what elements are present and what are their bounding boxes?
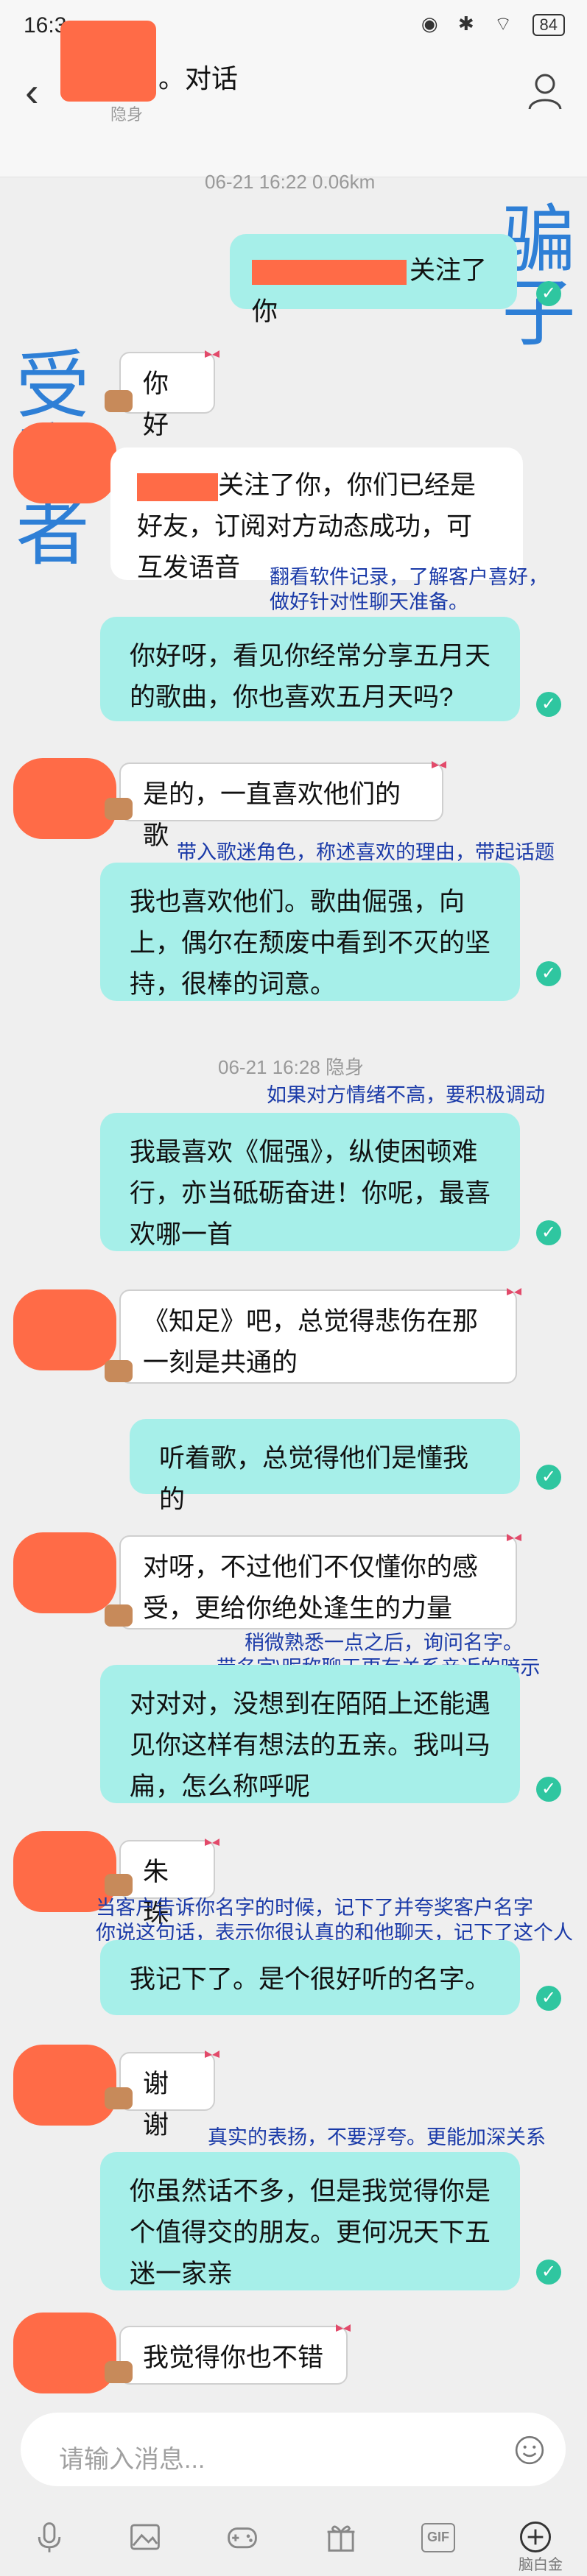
avatar-mini — [105, 2087, 133, 2109]
message-sent: 你好呀，看见你经常分享五月天的歌曲，你也喜欢五月天吗? — [100, 617, 520, 721]
avatar-mini — [105, 390, 133, 412]
message-sent: 我也喜欢他们。歌曲倔强，向上，偶尔在颓废中看到不灭的坚持，很棒的词意。 — [100, 863, 520, 1001]
avatar — [13, 1532, 116, 1613]
message-received: 对呀，不过他们不仅懂你的感受，更给你绝处逢生的力量 — [119, 1535, 517, 1630]
plus-icon[interactable] — [519, 2520, 552, 2554]
message-received: 你好 — [119, 352, 215, 439]
bow-icon — [336, 2324, 351, 2332]
game-icon[interactable] — [225, 2520, 259, 2554]
status-icons: ◉ ✱ ⌔ 84 — [421, 12, 565, 36]
bow-icon — [432, 761, 446, 768]
redacted-name — [137, 473, 218, 501]
check-icon: ✓ — [536, 692, 561, 717]
message-sent: 听着歌，总觉得他们是懂我的 — [130, 1419, 520, 1514]
toolbar — [0, 2502, 587, 2576]
gift-icon[interactable] — [324, 2520, 358, 2554]
watermark: 脑白金 — [519, 2557, 563, 2573]
avatar — [13, 758, 116, 839]
avatar-mini — [105, 1360, 133, 1382]
back-icon[interactable]: ‹ — [25, 68, 39, 116]
avatar — [13, 422, 116, 503]
avatar — [13, 2313, 116, 2393]
bow-icon — [205, 1839, 219, 1846]
avatar-mini — [105, 2361, 133, 2383]
check-icon: ✓ — [536, 1465, 561, 1490]
avatar — [13, 2045, 116, 2126]
timestamp: 06-21 16:22 0.06km — [205, 171, 376, 193]
gif-icon[interactable]: GIF — [421, 2523, 455, 2552]
annotation: 做好针对性聊天准备。 — [270, 591, 468, 613]
message-received: 是的，一直喜欢他们的歌 — [119, 762, 443, 850]
system-message: 关注了你，你们已经是好友，订阅对方动态成功，可互发语音 — [110, 447, 523, 582]
emoji-icon[interactable] — [514, 2435, 545, 2466]
avatar-mini — [105, 798, 133, 820]
image-icon[interactable] — [128, 2520, 162, 2554]
input-placeholder: 请输入消息... — [59, 2446, 205, 2474]
bow-icon — [507, 1534, 521, 1541]
header-subtitle: 隐身 — [110, 105, 144, 124]
bow-icon — [205, 2050, 219, 2058]
message-sent: 你虽然话不多，但是我觉得你是个值得交的朋友。更何况天下五迷一家亲 — [100, 2152, 520, 2290]
page-title: 。对话 — [158, 63, 239, 93]
message-received: 谢谢 — [119, 2052, 215, 2140]
message-received: 我觉得你也不错 — [119, 2326, 348, 2385]
message-received: 《知足》吧，总觉得悲伤在那一刻是共通的 — [119, 1289, 517, 1384]
message-sent: 我记下了。是个很好听的名字。 — [100, 1940, 520, 2015]
bow-icon — [507, 1288, 521, 1295]
check-icon: ✓ — [536, 1986, 561, 2011]
timestamp: 06-21 16:28 隐身 — [218, 1056, 365, 1078]
battery-indicator: 84 — [532, 14, 565, 36]
avatar — [13, 1289, 116, 1370]
avatar-mini — [105, 1604, 133, 1627]
user-icon[interactable] — [525, 71, 565, 110]
annotation: 带入歌迷角色，称述喜欢的理由，带起话题 — [177, 841, 555, 863]
mic-icon[interactable] — [32, 2520, 66, 2554]
check-icon: ✓ — [536, 1220, 561, 1245]
message-sent: 关注了你 — [230, 234, 517, 326]
check-icon: ✓ — [536, 2260, 561, 2285]
annotation: 如果对方情绪不高，要积极调动 — [267, 1084, 545, 1106]
message-sent: 对对对，没想到在陌陌上还能遇见你这样有想法的五亲。我叫马扁，怎么称呼呢 — [100, 1665, 520, 1803]
annotation: 真实的表扬，不要浮夸。更能加深关系 — [208, 2126, 546, 2148]
check-icon: ✓ — [536, 1777, 561, 1802]
check-icon: ✓ — [536, 961, 561, 986]
redacted-name — [252, 259, 407, 285]
redacted-name — [60, 21, 156, 102]
message-received: 朱珠 — [119, 1840, 215, 1928]
message-sent: 我最喜欢《倔强》，纵使困顿难行，亦当砥砺奋进！你呢，最喜欢哪一首 — [100, 1113, 520, 1251]
check-icon: ✓ — [536, 281, 561, 306]
bow-icon — [205, 350, 219, 358]
